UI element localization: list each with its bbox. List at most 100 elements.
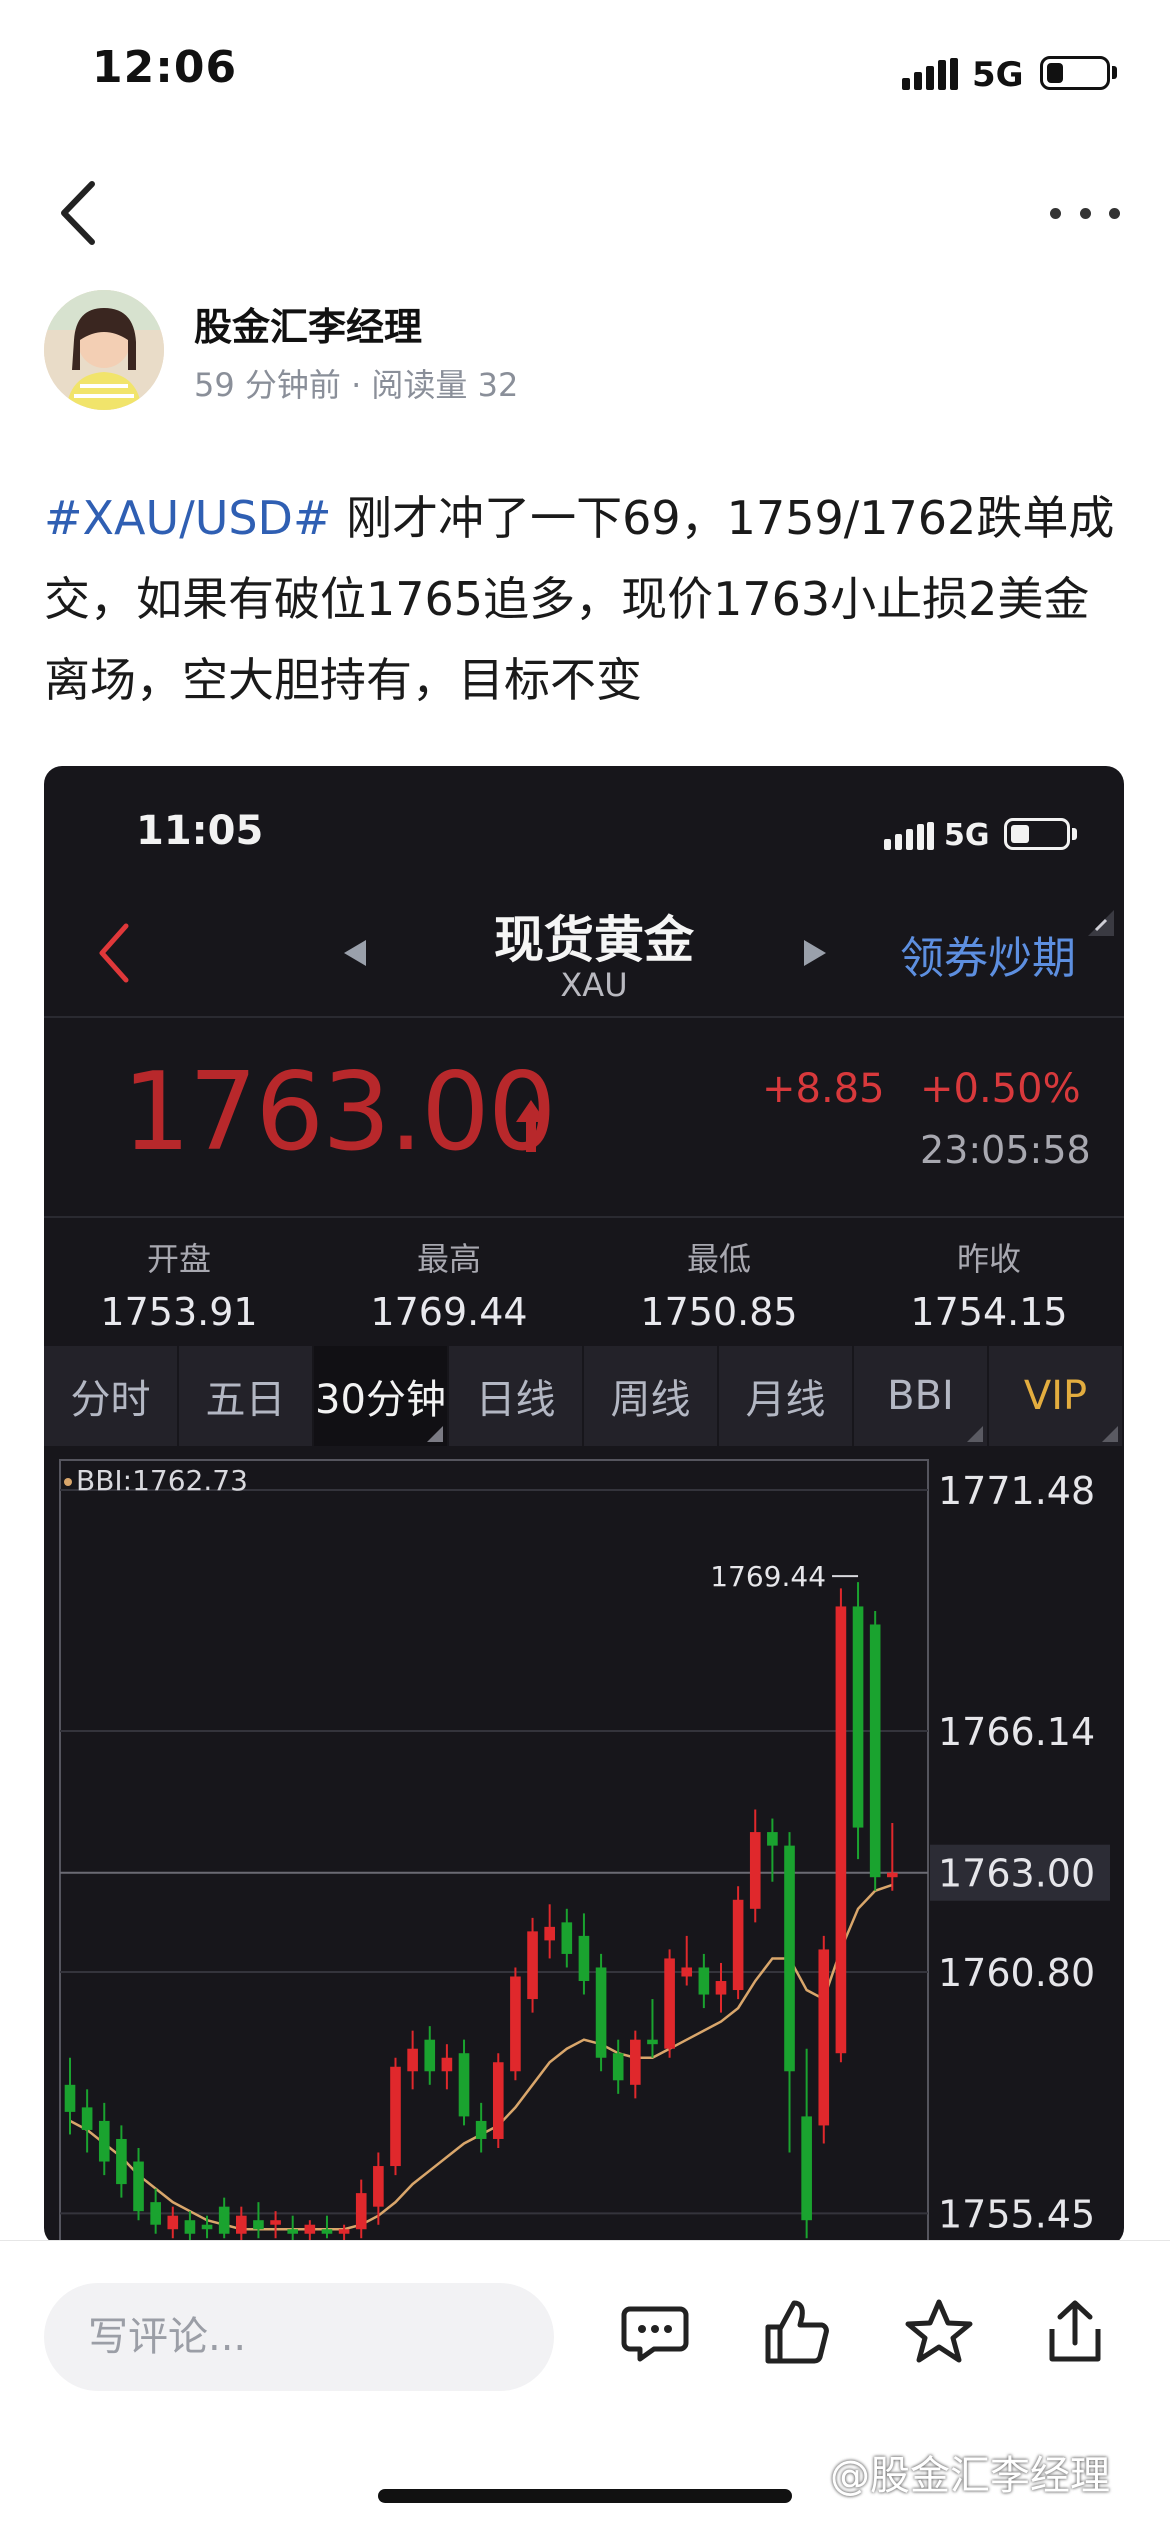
share-icon[interactable] <box>1040 2297 1110 2367</box>
candle-body <box>116 2138 127 2185</box>
prev-arrow-icon <box>344 940 366 966</box>
candle-body <box>287 2229 299 2234</box>
candle <box>150 2188 161 2234</box>
candle-body <box>818 1949 830 2126</box>
candle <box>390 2057 401 2176</box>
stat-label: 昨收 <box>956 1240 1021 1278</box>
candle-body <box>150 2202 161 2225</box>
candle-body <box>81 2107 93 2130</box>
candle <box>818 1935 830 2144</box>
like-icon[interactable] <box>762 2297 832 2367</box>
avatar-image <box>44 290 164 410</box>
candle <box>167 2206 179 2239</box>
candle-body <box>527 1931 538 2000</box>
comment-icon[interactable] <box>620 2297 690 2367</box>
bottom-bar: 写评论... @股金汇李经理 <box>0 2240 1170 2532</box>
candle <box>578 1913 590 1995</box>
candle-body <box>561 1922 573 1954</box>
meta-separator: · <box>351 366 362 404</box>
candle-body <box>475 2120 487 2139</box>
candle-body <box>784 1845 795 2072</box>
embed-back-icon <box>99 923 129 983</box>
candle <box>561 1908 573 1968</box>
embedded-image[interactable]: 11:05 5G 现货黄金 XAU 领券炒期 1763.00 +8.85 +0.… <box>44 766 1124 2246</box>
stat-label: 开盘 <box>146 1240 211 1278</box>
coupon-link: 领券炒期 <box>900 933 1076 984</box>
candle <box>664 1949 675 2058</box>
candle <box>801 2048 812 2239</box>
corner-badge-icon <box>1088 910 1114 936</box>
tab-bbi: BBI <box>854 1346 989 1446</box>
candle-body <box>732 1899 744 1991</box>
more-options-button[interactable] <box>1050 198 1120 228</box>
candle-body <box>544 1926 555 1941</box>
battery-tip <box>1112 66 1117 79</box>
price-stats: 开盘 1753.91 最高 1769.44 最低 1750.85 昨收 1754… <box>44 1218 1124 1346</box>
candle-body <box>270 2220 281 2225</box>
stat-value: 1750.85 <box>640 1290 798 1334</box>
high-annotation-label: 1769.44 <box>710 1560 826 1593</box>
dot-icon <box>1109 207 1120 219</box>
candle-body <box>355 2193 367 2230</box>
candle-body <box>869 1624 881 1878</box>
candle <box>355 2179 367 2239</box>
tab-weekly: 周线 <box>584 1346 719 1446</box>
candle-body <box>424 2039 436 2072</box>
stat-open: 开盘 1753.91 <box>44 1218 314 1346</box>
stat-prev-close: 昨收 1754.15 <box>854 1218 1124 1346</box>
candle-body <box>698 1967 710 1995</box>
candle-body <box>715 1981 727 1995</box>
candle <box>424 2026 436 2085</box>
tab-daily: 日线 <box>449 1346 584 1446</box>
price-change-percent: +0.50% <box>920 1066 1081 1112</box>
candle-body <box>630 2039 641 2085</box>
battery-icon <box>1040 56 1110 90</box>
tab-label: 周线 <box>610 1377 691 1423</box>
candle-body <box>458 2053 470 2117</box>
dropdown-corner-icon <box>967 1426 983 1442</box>
candle-body <box>886 1872 898 1878</box>
hashtag-link[interactable]: #XAU/USD# <box>44 491 332 545</box>
battery-tip <box>1072 828 1077 840</box>
author-name[interactable]: 股金汇李经理 <box>194 296 422 351</box>
instrument-title: 现货黄金 <box>494 911 694 969</box>
comment-input[interactable]: 写评论... <box>44 2283 554 2391</box>
bbi-indicator-label: BBI:1762.73 <box>76 1464 248 1497</box>
candle-body <box>236 2215 247 2234</box>
candle <box>630 2030 641 2099</box>
candle-body <box>64 2084 76 2112</box>
update-time: 23:05:58 <box>920 1128 1091 1172</box>
candle-body <box>801 2116 812 2221</box>
avatar[interactable] <box>44 290 164 410</box>
candlestick-chart: 1771.48 1766.14 1763.00 1760.80 1755.45 BBI:… <box>59 1459 1110 2246</box>
candle <box>81 2089 93 2153</box>
y-tick-label: 1763.00 <box>938 1852 1095 1896</box>
candle-body <box>167 2215 179 2230</box>
tab-label: 月线 <box>745 1377 826 1423</box>
dropdown-corner-icon <box>427 1426 443 1442</box>
back-button[interactable] <box>50 178 110 248</box>
candle-body <box>133 2161 144 2212</box>
reads-count: 32 <box>477 366 519 404</box>
y-tick-label: 1766.14 <box>938 1710 1095 1754</box>
bbi-layer <box>69 1883 893 2231</box>
candle <box>784 1832 795 2153</box>
candle <box>321 2215 333 2239</box>
candle <box>510 1967 521 2081</box>
candle <box>475 2102 487 2153</box>
tab-label: BBI <box>887 1373 954 1419</box>
network-label: 5G <box>972 55 1024 95</box>
candle <box>869 1610 881 1891</box>
tab-label: 日线 <box>475 1377 556 1423</box>
y-tick-label: 1755.45 <box>938 2192 1095 2236</box>
post-text: #XAU/USD# 刚才冲了一下69，1759/1762跌单成交，如果有破位17… <box>44 478 1130 721</box>
tab-label: 五日 <box>205 1377 286 1423</box>
tab-label: VIP <box>1023 1373 1088 1419</box>
y-tick-label: 1760.80 <box>938 1951 1095 1995</box>
embed-network-label: 5G <box>944 818 990 853</box>
tab-label: 30分钟 <box>315 1377 446 1423</box>
favorite-star-icon[interactable] <box>904 2297 974 2367</box>
candle <box>732 1886 744 2000</box>
stat-value: 1753.91 <box>100 1290 258 1334</box>
y-axis: 1771.48 1766.14 1763.00 1760.80 1755.45 <box>930 1469 1110 2236</box>
